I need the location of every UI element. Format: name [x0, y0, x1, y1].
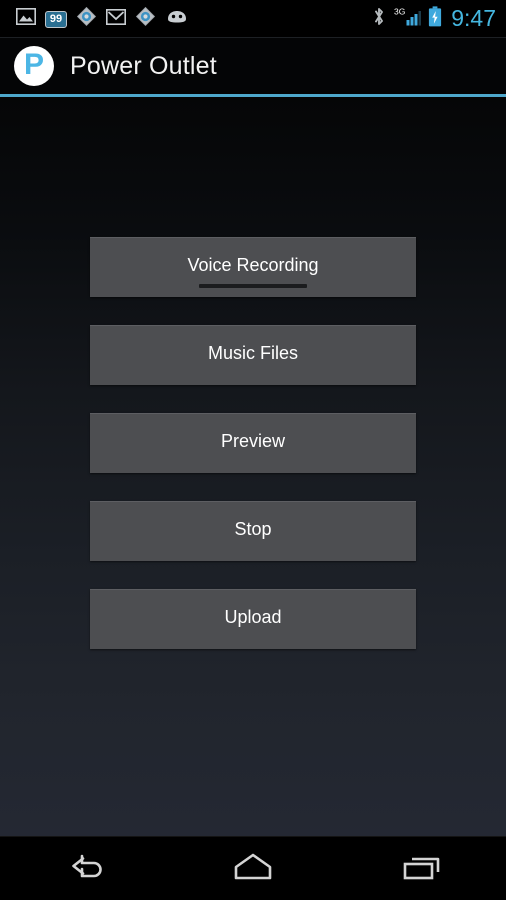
focus-underline: [199, 284, 307, 288]
notification-count-label: 99: [49, 12, 63, 25]
preview-button[interactable]: Preview: [90, 413, 416, 473]
cyanogenmod-icon: [165, 9, 189, 29]
blue-diamond-icon-2: [135, 6, 156, 32]
nav-back-button[interactable]: [24, 837, 144, 900]
status-bar-notifications: 99: [16, 6, 189, 32]
notification-count-badge: 99: [45, 10, 67, 28]
recent-apps-icon: [394, 849, 450, 888]
battery-charging-icon: [428, 6, 442, 32]
navigation-bar: [0, 836, 506, 900]
status-bar: 99 3G 9:47: [0, 0, 506, 38]
app-logo-icon: P: [14, 46, 54, 86]
upload-button[interactable]: Upload: [90, 589, 416, 649]
preview-button-label: Preview: [220, 431, 286, 451]
gmail-icon: [106, 8, 126, 30]
image-icon: [16, 8, 36, 30]
signal-3g-icon: 3G: [393, 6, 422, 32]
bluetooth-icon: [372, 6, 386, 32]
back-arrow-icon: [56, 849, 112, 888]
app-title: Power Outlet: [70, 51, 217, 80]
stop-button[interactable]: Stop: [90, 501, 416, 561]
music-files-button[interactable]: Music Files: [90, 325, 416, 385]
status-bar-clock: 9:47: [451, 5, 496, 31]
svg-text:3G: 3G: [394, 7, 405, 17]
voice-recording-button-label: Voice Recording: [187, 255, 319, 275]
status-bar-system-icons: 3G 9:47: [372, 6, 496, 32]
home-icon: [225, 849, 281, 888]
music-files-button-label: Music Files: [207, 343, 298, 363]
voice-recording-button[interactable]: Voice Recording: [90, 237, 416, 297]
action-bar: P Power Outlet: [0, 38, 506, 94]
nav-home-button[interactable]: [193, 837, 313, 900]
main-content: Voice Recording Music Files Preview Stop…: [0, 97, 506, 836]
nav-recents-button[interactable]: [362, 837, 482, 900]
status-bar-separator: [0, 37, 506, 38]
android-screen: 99 3G 9:47 P Power Outlet Voice Recordin…: [0, 0, 506, 900]
stop-button-label: Stop: [234, 519, 272, 539]
blue-diamond-icon: [76, 6, 97, 32]
upload-button-label: Upload: [224, 607, 282, 627]
app-logo-letter: P: [23, 48, 44, 81]
